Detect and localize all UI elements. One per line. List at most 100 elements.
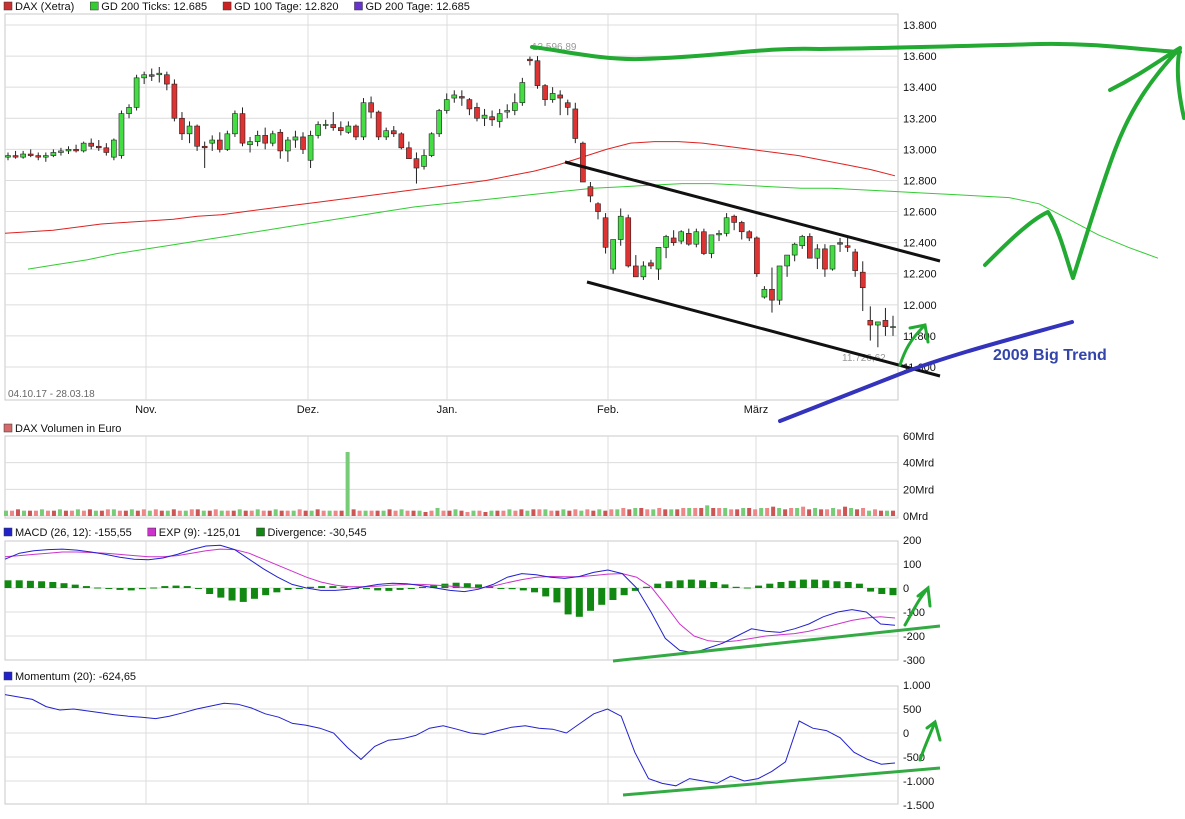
volume-bar: [375, 510, 380, 516]
divergence-bar: [4, 580, 12, 588]
divergence-bar: [497, 588, 505, 589]
volume-bar: [75, 509, 80, 516]
candle-body: [171, 83, 178, 119]
candle-body: [164, 74, 170, 85]
volume-bar: [429, 510, 434, 516]
divergence-bar: [418, 586, 426, 588]
divergence-bar: [150, 587, 158, 589]
divergence-bar: [822, 580, 830, 588]
volume-bar: [363, 510, 368, 516]
divergence-bar: [889, 588, 897, 596]
price-axis-y-tick: 13.000: [903, 144, 937, 156]
candle-body: [549, 93, 556, 100]
dax-chart-svg: DAX (Xetra) GD 200 Ticks: 12.685 GD 100 Ta…: [0, 0, 1185, 814]
month-label: Jan.: [437, 404, 458, 416]
divergence-bar: [82, 586, 90, 588]
divergence-bar: [71, 584, 79, 588]
candle-body: [890, 326, 896, 328]
candle-body: [769, 288, 775, 301]
volume-bar: [675, 509, 680, 516]
candle-body: [360, 102, 367, 138]
candle-body: [353, 125, 359, 138]
macd-panel-frame: [4, 540, 899, 661]
month-label: März: [744, 404, 768, 416]
candle-body: [489, 116, 495, 121]
candle-body: [80, 142, 87, 152]
candle-body: [617, 215, 624, 240]
macd-legend-swatch: [147, 527, 157, 537]
volume-bar: [783, 509, 788, 516]
volume-bar: [51, 510, 56, 516]
price-axis-y-tick: 12.400: [903, 238, 937, 250]
volume-bar: [225, 510, 230, 516]
month-label: Feb.: [597, 404, 619, 416]
candle-body: [58, 150, 64, 153]
volume-bar: [99, 510, 104, 516]
macd-legend-label: Divergence: -30,545: [268, 527, 367, 539]
divergence-bar: [855, 583, 863, 588]
candle-body: [307, 135, 314, 161]
volume-bar: [159, 510, 164, 516]
divergence-bar: [811, 579, 819, 588]
candle-body: [534, 60, 541, 86]
candle-body: [610, 239, 616, 270]
price-axis-y-tick: 13.400: [903, 82, 937, 94]
divergence-bar: [239, 588, 247, 602]
candle-body: [209, 139, 216, 144]
volume-bar: [579, 510, 584, 516]
volume-bar: [681, 508, 686, 516]
divergence-bar: [295, 588, 303, 589]
volume-bar: [525, 510, 530, 516]
volume-bar: [135, 510, 140, 516]
candle-body: [716, 233, 722, 236]
volume-bar: [27, 510, 32, 516]
volume-bar: [9, 510, 14, 516]
candle-body: [27, 153, 34, 156]
volume-bar: [183, 510, 188, 516]
candle-body: [35, 155, 42, 158]
candle-body: [375, 111, 382, 138]
volume-bar: [585, 509, 590, 516]
volume-bar: [45, 510, 50, 516]
candle-body: [50, 152, 57, 156]
volume-bar: [657, 508, 662, 516]
volume-bar: [327, 510, 332, 516]
divergence-bar: [519, 588, 527, 591]
volume-bar: [33, 510, 38, 516]
divergence-bar: [161, 586, 169, 588]
volume-bar: [855, 509, 860, 516]
volume-bar: [747, 508, 752, 516]
candle-body: [867, 320, 874, 326]
divergence-bar: [878, 588, 886, 594]
volume-bar: [717, 508, 722, 516]
divergence-bar: [374, 588, 382, 591]
momentum-axis-y-tick: -1.000: [903, 776, 934, 788]
volume-bar: [843, 506, 848, 516]
candle-body: [88, 142, 95, 147]
date-range-label: 04.10.17 - 28.03.18: [8, 389, 95, 400]
macd-legend-label: MACD (26, 12): -155,55: [15, 527, 132, 539]
candle-body: [277, 131, 284, 152]
volume-bar: [237, 509, 242, 516]
candle-body: [511, 102, 518, 111]
volume-bar: [729, 509, 734, 516]
candle-body: [527, 58, 533, 62]
candle-body: [338, 127, 344, 132]
candle-body: [239, 113, 246, 144]
volume-bar: [123, 510, 128, 516]
macd-legend-swatch: [256, 527, 265, 537]
volume-bar: [705, 505, 710, 516]
divergence-bar: [250, 588, 258, 599]
macd-axis-y-tick: -200: [903, 631, 925, 643]
divergence-bar: [542, 588, 550, 597]
candle-body: [103, 147, 110, 153]
volume-bar: [813, 508, 818, 516]
volume-bar: [207, 510, 212, 516]
volume-bar: [381, 510, 386, 516]
volume-bar: [753, 509, 758, 516]
divergence-bar: [183, 586, 191, 588]
candle-body: [95, 145, 102, 149]
volume-bar: [861, 508, 866, 516]
volume-bar: [741, 508, 746, 516]
candle-body: [806, 236, 813, 259]
